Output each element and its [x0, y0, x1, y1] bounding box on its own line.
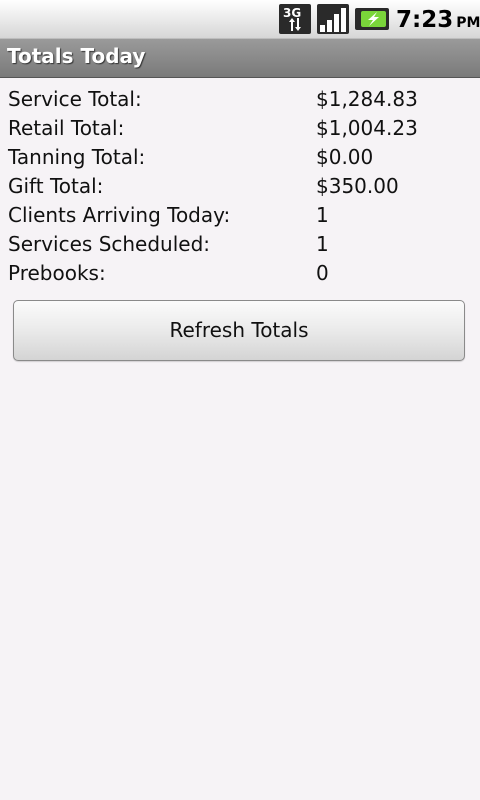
row-label: Tanning Total:: [8, 145, 146, 169]
row-label: Clients Arriving Today:: [8, 203, 231, 227]
totals-row-tanning: Tanning Total: $0.00: [0, 143, 480, 172]
totals-row-services-scheduled: Services Scheduled: 1: [0, 230, 480, 259]
row-value: $1,284.83: [316, 87, 418, 111]
page-title: Totals Today: [7, 44, 146, 68]
row-label: Gift Total:: [8, 174, 104, 198]
row-label: Prebooks:: [8, 261, 106, 285]
row-value: $0.00: [316, 145, 374, 169]
refresh-totals-button[interactable]: Refresh Totals: [13, 300, 465, 361]
title-bar: Totals Today: [0, 39, 480, 78]
battery-charging-icon: [355, 4, 389, 34]
row-value: $1,004.23: [316, 116, 418, 140]
totals-row-service: Service Total: $1,284.83: [0, 85, 480, 114]
totals-row-gift: Gift Total: $350.00: [0, 172, 480, 201]
totals-row-retail: Retail Total: $1,004.23: [0, 114, 480, 143]
status-clock: 7:23 PM: [396, 5, 480, 35]
signal-icon: [317, 4, 349, 34]
status-bar: 3G 7:23 PM: [0, 0, 480, 39]
row-label: Service Total:: [8, 87, 142, 111]
row-value: 0: [316, 261, 329, 285]
totals-row-clients-arriving: Clients Arriving Today: 1: [0, 201, 480, 230]
clock-time: 7:23: [396, 7, 454, 33]
svg-text:3G: 3G: [283, 6, 301, 20]
totals-row-prebooks: Prebooks: 0: [0, 259, 480, 288]
network-3g-icon: 3G: [279, 4, 311, 34]
row-label: Services Scheduled:: [8, 232, 211, 256]
row-label: Retail Total:: [8, 116, 125, 140]
row-value: 1: [316, 232, 329, 256]
totals-list: Service Total: $1,284.83 Retail Total: $…: [0, 85, 480, 288]
row-value: 1: [316, 203, 329, 227]
clock-ampm: PM: [456, 15, 480, 31]
row-value: $350.00: [316, 174, 399, 198]
